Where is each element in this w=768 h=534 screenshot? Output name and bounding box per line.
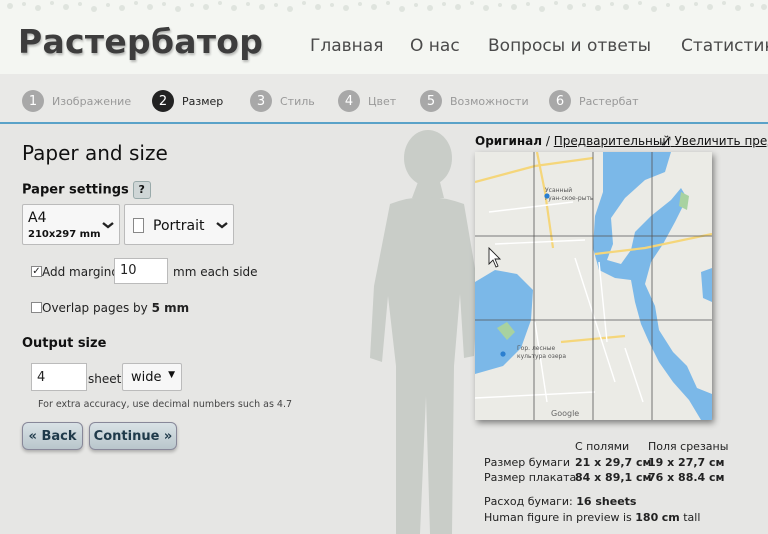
main-nav: Главная О нас Вопросы и ответы Статистик	[0, 36, 768, 60]
map-pin-icon	[544, 193, 550, 199]
map-label: гуан-ское-рыть	[545, 195, 594, 202]
nav-about[interactable]: О нас	[410, 36, 460, 56]
step-label: Стиль	[280, 94, 315, 108]
back-button[interactable]: « Back	[22, 422, 83, 450]
col-trimmed: Поля срезаны	[648, 440, 729, 453]
chevron-down-icon	[102, 221, 114, 229]
step-number: 5	[420, 90, 442, 112]
step-label: Размер	[182, 94, 224, 108]
tab-original[interactable]: Оригинал	[475, 134, 542, 148]
sheets-input[interactable]: 4	[31, 363, 87, 391]
paper-settings-heading: Paper settings?	[22, 181, 151, 199]
decorative-dots	[7, 1, 767, 12]
map-label: Усанный	[545, 187, 572, 194]
dimension-select[interactable]: wide ▼	[122, 363, 182, 391]
overlap-checkbox[interactable]	[31, 302, 42, 313]
paper-size-value: A4	[28, 210, 47, 226]
map-preview[interactable]: Усанный гуан-ское-рыть Гор. лесные культ…	[475, 152, 712, 420]
step-label: Цвет	[368, 94, 397, 108]
step-label: Изображение	[52, 94, 132, 108]
margin-label: Add marginof	[42, 265, 123, 279]
tab-preview[interactable]: Предварительный	[554, 134, 670, 148]
google-logo: Google	[551, 409, 579, 418]
accuracy-hint: For extra accuracy, use decimal numbers …	[38, 399, 293, 410]
map-label: культура озера	[517, 353, 566, 360]
margin-input[interactable]: 10	[114, 258, 168, 284]
continue-button[interactable]: Continue »	[89, 422, 177, 450]
help-icon[interactable]: ?	[132, 181, 151, 199]
step-rasterbate[interactable]: 6 Растербат	[549, 90, 639, 112]
page-title: Paper and size	[22, 141, 168, 165]
enlarge-preview-link[interactable]: ⤢ Увеличить предва	[661, 134, 768, 149]
col-with-margins: С полями	[575, 440, 630, 453]
map-label: Гор. лесные	[517, 345, 555, 352]
preview-tabs: Оригинал / Предварительный	[475, 134, 670, 148]
paper-usage-value: 16 sheets	[576, 495, 637, 508]
map-pin-icon	[500, 351, 506, 357]
row-poster-size-label: Размер плаката	[484, 471, 577, 484]
paper-size-with-margins: 21 x 29,7 см	[575, 456, 652, 469]
step-number: 6	[549, 90, 571, 112]
step-label: Возможности	[450, 94, 529, 108]
overlap-label: Overlap pages by 5 mm	[42, 301, 190, 315]
paper-usage: Расход бумаги: 16 sheets	[484, 495, 637, 508]
step-options[interactable]: 5 Возможности	[420, 90, 529, 112]
nav-home[interactable]: Главная	[310, 36, 383, 56]
step-style[interactable]: 3 Стиль	[250, 90, 315, 112]
human-height-value: 180	[635, 511, 659, 524]
step-number: 1	[22, 90, 44, 112]
paper-size-trimmed: 19 x 27,7 см	[648, 456, 725, 469]
enlarge-label: Увеличить предва	[674, 134, 768, 148]
margin-checkbox[interactable]: ✓	[31, 266, 42, 277]
orientation-select[interactable]: Portrait	[124, 204, 234, 245]
human-figure-note: Human figure in preview is 180 cm tall	[484, 511, 701, 524]
portrait-page-icon	[133, 218, 144, 233]
step-number: 3	[250, 90, 272, 112]
nav-faq[interactable]: Вопросы и ответы	[488, 36, 651, 56]
site-header: Растербатор Главная О нас Вопросы и отве…	[0, 0, 768, 74]
chevron-down-icon	[216, 221, 228, 229]
margin-suffix: mm each side	[173, 265, 258, 279]
nav-stats[interactable]: Статистик	[681, 36, 768, 56]
step-size[interactable]: 2 Размер	[152, 90, 223, 112]
poster-size-with-margins: 84 x 89,1 см	[575, 471, 652, 484]
step-label: Растербат	[579, 94, 639, 108]
wizard-steps: 1 Изображение 2 Размер 3 Стиль 4 Цвет 5 …	[0, 74, 768, 124]
dimension-value: wide	[131, 370, 162, 385]
map-image: Усанный гуан-ское-рыть Гор. лесные культ…	[475, 152, 712, 420]
paper-size-dims: 210x297 mm	[28, 229, 101, 240]
row-paper-size-label: Размер бумаги	[484, 456, 571, 469]
step-number: 4	[338, 90, 360, 112]
overlap-value: 5 mm	[151, 301, 190, 315]
orientation-value: Portrait	[153, 218, 205, 234]
step-image[interactable]: 1 Изображение	[22, 90, 131, 112]
output-size-heading: Output size	[22, 336, 107, 351]
step-number: 2	[152, 90, 174, 112]
tab-separator: /	[545, 134, 550, 148]
paper-size-select[interactable]: A4 210x297 mm	[22, 204, 120, 245]
caret-down-icon: ▼	[168, 370, 175, 380]
human-height-unit: cm	[661, 511, 680, 524]
expand-icon: ⤢	[661, 134, 671, 148]
paper-settings-label: Paper settings	[22, 182, 129, 198]
poster-size-trimmed: 76 x 88.4 см	[648, 471, 725, 484]
step-color[interactable]: 4 Цвет	[338, 90, 396, 112]
